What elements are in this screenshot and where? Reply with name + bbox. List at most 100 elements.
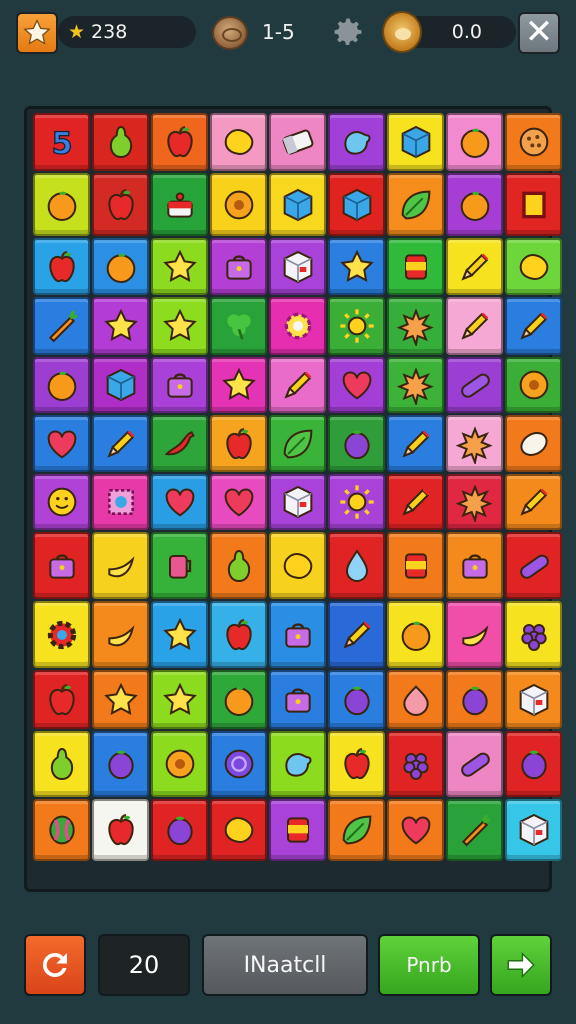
tile[interactable] bbox=[505, 297, 562, 355]
tile[interactable] bbox=[210, 173, 267, 236]
tile[interactable] bbox=[387, 799, 444, 861]
tile[interactable] bbox=[446, 731, 503, 797]
tile[interactable] bbox=[387, 601, 444, 668]
tile[interactable] bbox=[446, 601, 503, 668]
tile[interactable] bbox=[151, 601, 208, 668]
tile[interactable] bbox=[446, 474, 503, 530]
tile[interactable] bbox=[151, 297, 208, 355]
tile[interactable] bbox=[210, 415, 267, 472]
tile[interactable] bbox=[269, 415, 326, 472]
wood-log-icon[interactable] bbox=[212, 16, 248, 50]
tile[interactable] bbox=[151, 731, 208, 797]
tile[interactable] bbox=[92, 113, 149, 171]
tile[interactable] bbox=[210, 357, 267, 413]
tile[interactable] bbox=[33, 357, 90, 413]
tile[interactable] bbox=[505, 357, 562, 413]
tile[interactable] bbox=[92, 601, 149, 668]
tile[interactable] bbox=[505, 670, 562, 729]
tile[interactable] bbox=[387, 532, 444, 599]
tile[interactable] bbox=[328, 474, 385, 530]
tile[interactable] bbox=[33, 238, 90, 295]
tile[interactable] bbox=[328, 601, 385, 668]
tile[interactable] bbox=[92, 173, 149, 236]
tile[interactable] bbox=[151, 799, 208, 861]
tile[interactable] bbox=[92, 238, 149, 295]
tile[interactable] bbox=[210, 474, 267, 530]
tile[interactable] bbox=[151, 113, 208, 171]
tile[interactable] bbox=[328, 670, 385, 729]
tile[interactable] bbox=[328, 173, 385, 236]
tile[interactable] bbox=[446, 113, 503, 171]
tile[interactable] bbox=[387, 731, 444, 797]
tile[interactable] bbox=[446, 415, 503, 472]
tile[interactable] bbox=[33, 532, 90, 599]
tile[interactable] bbox=[387, 670, 444, 729]
refresh-button[interactable] bbox=[24, 934, 86, 996]
tile[interactable] bbox=[151, 173, 208, 236]
tile[interactable] bbox=[269, 238, 326, 295]
tile[interactable] bbox=[151, 357, 208, 413]
tile[interactable] bbox=[328, 357, 385, 413]
tile[interactable] bbox=[269, 601, 326, 668]
tile[interactable] bbox=[328, 238, 385, 295]
tile[interactable] bbox=[505, 532, 562, 599]
tile[interactable] bbox=[269, 173, 326, 236]
tile[interactable] bbox=[92, 474, 149, 530]
tile[interactable] bbox=[92, 532, 149, 599]
tile[interactable] bbox=[269, 670, 326, 729]
action-button[interactable]: INaatcll bbox=[202, 934, 368, 996]
tile[interactable] bbox=[151, 670, 208, 729]
tile[interactable] bbox=[505, 173, 562, 236]
tile[interactable] bbox=[328, 113, 385, 171]
tile[interactable] bbox=[328, 799, 385, 861]
tile[interactable] bbox=[269, 532, 326, 599]
tile[interactable] bbox=[446, 357, 503, 413]
tile[interactable] bbox=[446, 670, 503, 729]
tile[interactable] bbox=[387, 415, 444, 472]
tile[interactable] bbox=[446, 173, 503, 236]
tile[interactable] bbox=[505, 238, 562, 295]
tile[interactable] bbox=[446, 238, 503, 295]
tile[interactable] bbox=[33, 670, 90, 729]
tile[interactable] bbox=[328, 532, 385, 599]
tile[interactable] bbox=[210, 113, 267, 171]
tile[interactable] bbox=[387, 474, 444, 530]
tile[interactable] bbox=[151, 238, 208, 295]
tile[interactable] bbox=[210, 799, 267, 861]
tile[interactable] bbox=[269, 113, 326, 171]
close-button[interactable]: ✕ bbox=[518, 12, 560, 54]
tile[interactable] bbox=[33, 415, 90, 472]
tile[interactable] bbox=[446, 532, 503, 599]
tile[interactable] bbox=[269, 799, 326, 861]
tile[interactable] bbox=[387, 173, 444, 236]
tile[interactable] bbox=[210, 731, 267, 797]
tile[interactable] bbox=[92, 799, 149, 861]
tile[interactable] bbox=[505, 474, 562, 530]
tile[interactable] bbox=[33, 799, 90, 861]
tile[interactable] bbox=[328, 731, 385, 797]
tile[interactable] bbox=[269, 357, 326, 413]
tile[interactable] bbox=[387, 238, 444, 295]
tile[interactable] bbox=[33, 731, 90, 797]
tile[interactable] bbox=[151, 415, 208, 472]
tile[interactable] bbox=[210, 532, 267, 599]
play-button[interactable]: Pnrb bbox=[378, 934, 480, 996]
tile[interactable] bbox=[505, 601, 562, 668]
tile[interactable] bbox=[387, 297, 444, 355]
next-button[interactable] bbox=[490, 934, 552, 996]
tile[interactable] bbox=[33, 601, 90, 668]
tile[interactable] bbox=[387, 113, 444, 171]
tile[interactable] bbox=[33, 297, 90, 355]
tile[interactable] bbox=[33, 474, 90, 530]
tile[interactable] bbox=[269, 297, 326, 355]
tile[interactable] bbox=[328, 415, 385, 472]
tile[interactable] bbox=[151, 474, 208, 530]
tile[interactable] bbox=[92, 670, 149, 729]
tile[interactable] bbox=[92, 297, 149, 355]
tile[interactable] bbox=[33, 173, 90, 236]
tile[interactable] bbox=[446, 297, 503, 355]
tile[interactable] bbox=[210, 670, 267, 729]
tile[interactable] bbox=[505, 731, 562, 797]
tile[interactable] bbox=[151, 532, 208, 599]
tile[interactable] bbox=[505, 113, 562, 171]
